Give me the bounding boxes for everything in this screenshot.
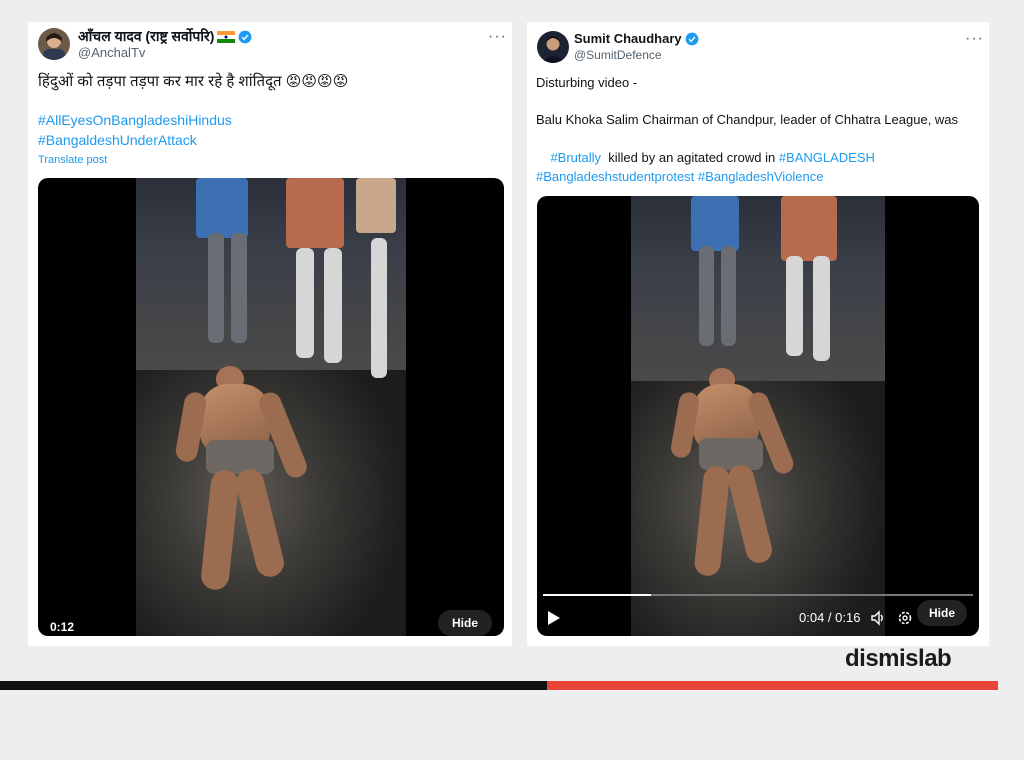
translate-post-link[interactable]: Translate post [38, 154, 107, 166]
author-name-text: आँचल यादव (राष्ट्र सर्वोपरि) [78, 28, 215, 44]
video-frame [136, 178, 406, 636]
tweet-text: हिंदुओं को तड़पा तड़पा कर मार रहे है शां… [38, 72, 348, 91]
hashtag-link[interactable]: #BANGLADESH [779, 150, 875, 165]
tweet-card-right: Sumit Chaudhary @SumitDefence ··· Distur… [527, 22, 989, 646]
settings-gear-icon[interactable] [897, 610, 913, 626]
video-frame [631, 196, 885, 636]
video-time: 0:04 / 0:16 [799, 610, 861, 625]
tweet-text-fragment: killed by an agitated crowd in [601, 150, 779, 165]
hashtag-link[interactable]: #Brutally [550, 150, 601, 165]
play-icon[interactable] [547, 610, 561, 626]
video-timestamp: 0:12 [50, 620, 75, 634]
angry-emoji-icon: 😡😡😡😡 [285, 73, 349, 90]
hashtag-link[interactable]: #AllEyesOnBangladeshiHindus [38, 111, 232, 130]
dismislab-logo: dismislab [845, 645, 952, 672]
author-handle[interactable]: @AnchalTv [78, 45, 145, 60]
video-controls: 0:04 / 0:16 Hide [537, 592, 979, 636]
volume-icon[interactable] [870, 610, 886, 626]
india-flag-icon [217, 30, 236, 43]
hashtag-line: #Bangladeshstudentprotest #BangladeshVio… [536, 167, 823, 186]
tweet-text-main: हिंदुओं को तड़पा तड़पा कर मार रहे है शां… [38, 73, 282, 90]
tweet-card-left: आँचल यादव (राष्ट्र सर्वोपरि) @AnchalTv ·… [28, 22, 512, 646]
verified-badge-icon [238, 30, 252, 43]
divider-bar-red [547, 681, 998, 690]
author-handle[interactable]: @SumitDefence [574, 48, 662, 62]
hashtag-link[interactable]: #BangladeshViolence [698, 169, 824, 184]
video-progress-fill [543, 594, 651, 596]
tweet-text-line: Balu Khoka Salim Chairman of Chandpur, l… [536, 112, 959, 127]
hide-button[interactable]: Hide [917, 600, 967, 626]
more-options-icon[interactable]: ··· [965, 31, 984, 47]
video-player[interactable]: 0:04 / 0:16 Hide [537, 196, 979, 636]
tweet-text-line: Disturbing video - [536, 75, 638, 90]
video-player[interactable]: 0:12 Hide [38, 178, 504, 636]
divider-bar-dark [0, 681, 547, 690]
hashtag-link[interactable]: #BangaldeshUnderAttack [38, 131, 197, 150]
more-options-icon[interactable]: ··· [488, 29, 507, 45]
video-progress-bar[interactable] [543, 594, 973, 596]
author-avatar[interactable] [38, 28, 70, 60]
verified-badge-icon [685, 32, 699, 45]
author-name[interactable]: Sumit Chaudhary [574, 31, 699, 46]
hashtag-link[interactable]: #Bangladeshstudentprotest [536, 169, 694, 184]
hide-button[interactable]: Hide [438, 610, 492, 636]
author-avatar[interactable] [537, 31, 569, 63]
author-name[interactable]: आँचल यादव (राष्ट्र सर्वोपरि) [78, 27, 252, 46]
author-name-text: Sumit Chaudhary [574, 31, 682, 46]
